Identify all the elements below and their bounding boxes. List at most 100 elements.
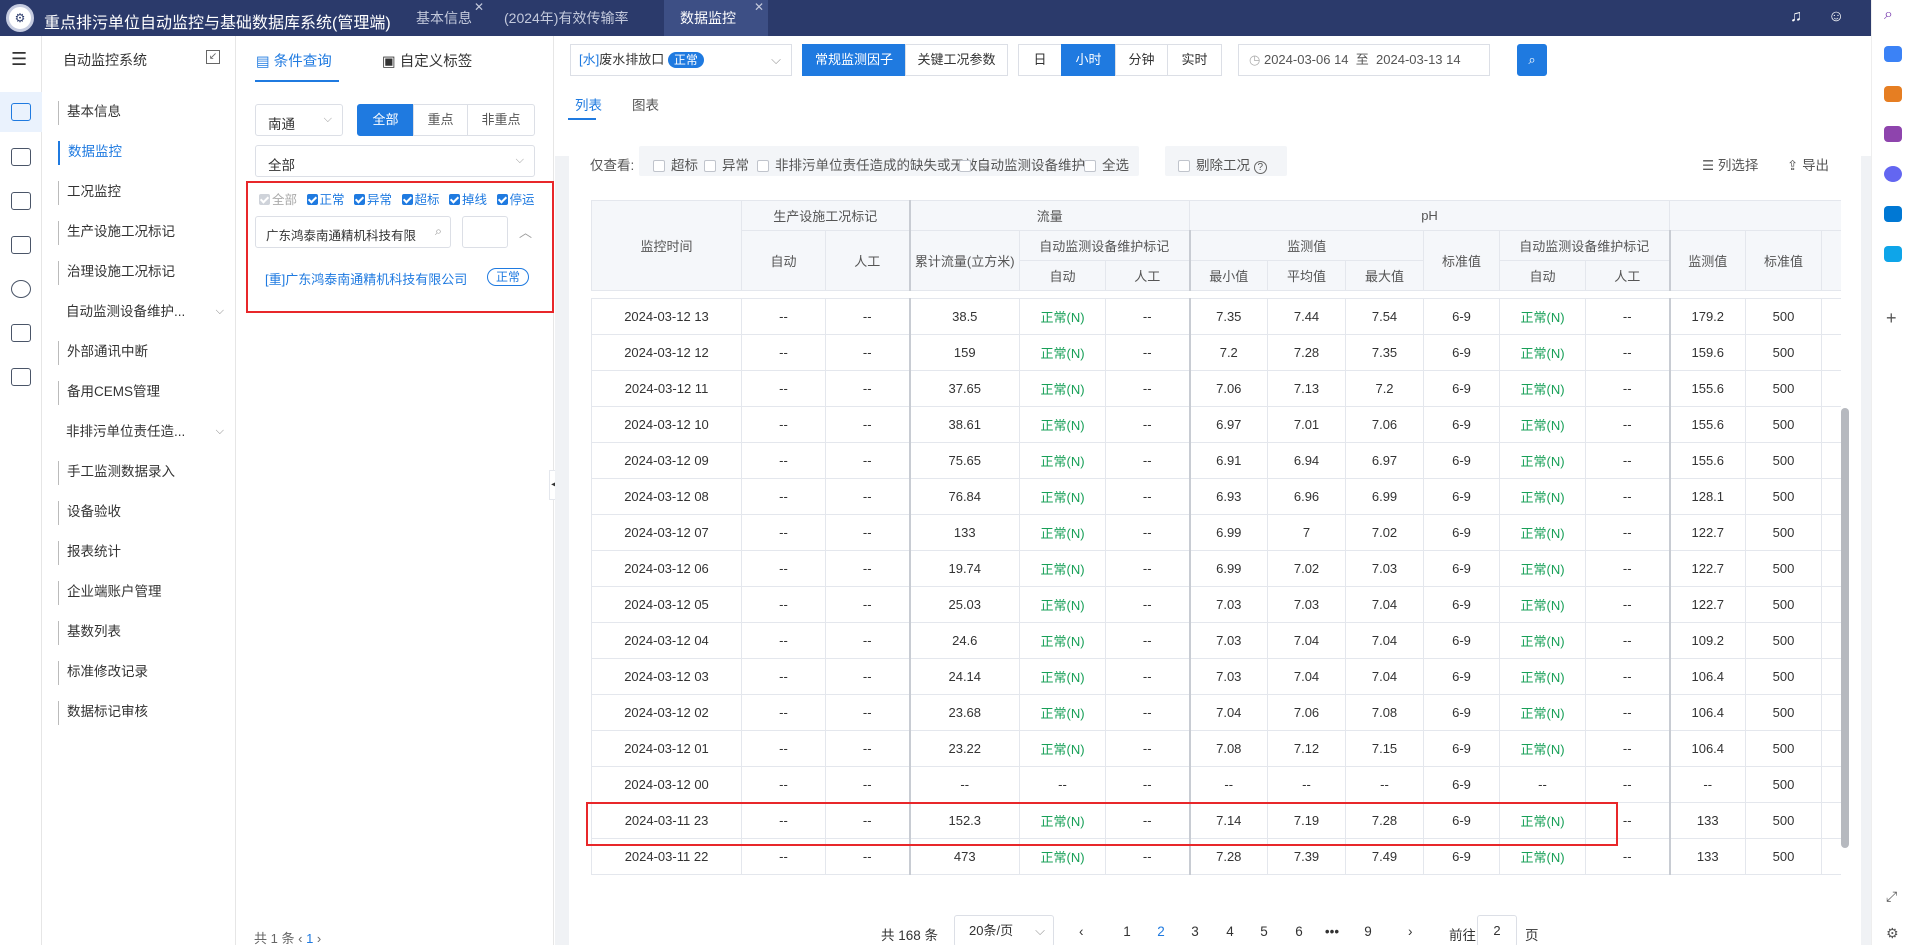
company-search-input[interactable]: 广东鸿泰南通精机科技有限 ⌕: [255, 216, 451, 248]
monitor-icon[interactable]: [11, 103, 31, 121]
region-select[interactable]: 南通 ⌵: [255, 104, 343, 136]
app-icon-2[interactable]: [1884, 86, 1902, 102]
page-number[interactable]: •••: [1318, 924, 1346, 939]
regular-factors-button[interactable]: 常规监测因子: [802, 44, 906, 76]
option-select-all[interactable]: 全选: [1084, 154, 1129, 174]
checkbox[interactable]: [653, 160, 665, 172]
app-icon-4[interactable]: [1884, 166, 1902, 182]
tab-transmission-rate[interactable]: (2024年)有效传输率: [488, 0, 644, 36]
nav-item-accounts[interactable]: 企业端账户管理: [58, 581, 228, 605]
nav-item-device-maint[interactable]: 自动监测设备维护... ⌵: [58, 301, 228, 325]
page-number[interactable]: 2: [1147, 924, 1175, 939]
option-exceed[interactable]: 超标: [653, 154, 698, 174]
checkbox-abnormal[interactable]: [354, 194, 365, 205]
search-icon[interactable]: ⌕: [1884, 6, 1893, 24]
scope-nonkey-button[interactable]: 非重点: [467, 104, 535, 136]
nav-item-reports[interactable]: 报表统计: [58, 541, 228, 565]
next-icon[interactable]: ›: [317, 931, 321, 945]
nav-item-manual-entry[interactable]: 手工监测数据录入: [58, 461, 228, 485]
tab-chart[interactable]: 图表: [632, 94, 659, 114]
checkbox-offline[interactable]: [449, 194, 460, 205]
nav-item-standard-log[interactable]: 标准修改记录: [58, 661, 228, 685]
search-doc-icon[interactable]: [11, 236, 31, 254]
page-number[interactable]: 4: [1216, 924, 1244, 939]
pager-page[interactable]: 1: [306, 931, 313, 945]
checkbox[interactable]: [1178, 160, 1190, 172]
device-icon[interactable]: [11, 324, 31, 342]
checkbox[interactable]: [757, 160, 769, 172]
tab-basic-info[interactable]: 基本信息 ✕: [400, 0, 488, 36]
unit-hour-button[interactable]: 小时: [1061, 44, 1116, 76]
outlook-icon[interactable]: [1884, 206, 1902, 222]
gear-icon[interactable]: ⚙: [1886, 925, 1899, 942]
goto-input[interactable]: 2: [1477, 915, 1517, 945]
close-icon[interactable]: ✕: [474, 0, 484, 14]
help-icon[interactable]: ?: [1253, 161, 1267, 174]
collapse-icon[interactable]: ↙: [206, 50, 220, 64]
bell-icon[interactable]: ♫: [1790, 8, 1802, 26]
page-number[interactable]: 6: [1285, 924, 1313, 939]
chevron-up-icon[interactable]: ︿: [519, 222, 532, 241]
chart-icon[interactable]: [11, 148, 31, 166]
outlet-select[interactable]: [水]废水排放口 正常 ⌵: [570, 44, 792, 76]
nav-item-mark-review[interactable]: 数据标记审核: [58, 701, 228, 725]
list-icon[interactable]: [11, 368, 31, 386]
settings-icon[interactable]: [11, 280, 31, 298]
tree-toggle-button[interactable]: [462, 216, 508, 248]
nav-item-non-pollutant[interactable]: 非排污单位责任造... ⌵: [58, 421, 228, 445]
unit-realtime-button[interactable]: 实时: [1167, 44, 1222, 76]
nav-item-base-list[interactable]: 基数列表: [58, 621, 228, 645]
tab-condition-query[interactable]: ▤ 条件查询: [256, 50, 332, 71]
app-icon-6[interactable]: [1884, 246, 1902, 262]
option-abnormal[interactable]: 异常: [704, 154, 749, 174]
app-icon-3[interactable]: [1884, 126, 1902, 142]
scope-key-button[interactable]: 重点: [413, 104, 468, 136]
option-nonpollutant[interactable]: 非排污单位责任造成的缺失或无效 ⌵: [757, 154, 990, 174]
expand-icon[interactable]: ⤢: [1886, 888, 1897, 905]
close-icon[interactable]: ✕: [754, 0, 764, 14]
nav-item-basic-info[interactable]: 基本信息: [58, 101, 228, 125]
app-icon-1[interactable]: [1884, 46, 1902, 62]
next-page-icon[interactable]: ›: [1408, 924, 1413, 939]
nav-item-acceptance[interactable]: 设备验收: [58, 501, 228, 525]
unit-minute-button[interactable]: 分钟: [1115, 44, 1168, 76]
checkbox-all[interactable]: [259, 194, 270, 205]
checkbox-stopped[interactable]: [496, 194, 508, 205]
prev-page-icon[interactable]: ‹: [1079, 924, 1084, 939]
unit-day-button[interactable]: 日: [1018, 44, 1062, 76]
checkbox[interactable]: [959, 160, 971, 172]
column-select-button[interactable]: ☰ 列选择: [1702, 154, 1758, 174]
checkbox-exceed[interactable]: [401, 194, 413, 205]
checkbox[interactable]: [704, 160, 716, 172]
scope-all-button[interactable]: 全部: [357, 104, 414, 136]
tab-list[interactable]: 列表: [575, 94, 602, 114]
date-range-picker[interactable]: ◷ 2024-03-06 14 至 2024-03-13 14: [1238, 44, 1490, 76]
search-button[interactable]: ⌕: [1517, 44, 1547, 76]
page-number[interactable]: 1: [1113, 924, 1141, 939]
nav-item-comm-interrupt[interactable]: 外部通讯中断: [58, 341, 228, 365]
search-doc-icon[interactable]: [11, 192, 31, 210]
page-number[interactable]: 5: [1250, 924, 1278, 939]
tab-custom-tags[interactable]: ▣ 自定义标签: [382, 50, 472, 71]
key-params-button[interactable]: 关键工况参数: [905, 44, 1008, 76]
user-icon[interactable]: ☺: [1828, 8, 1844, 26]
option-exclude-condition[interactable]: 剔除工况 ?: [1178, 154, 1267, 174]
option-maintenance[interactable]: 自动监测设备维护: [959, 154, 1085, 174]
industry-select[interactable]: 全部 ⌵: [255, 145, 535, 177]
prev-icon[interactable]: ‹: [298, 931, 302, 945]
menu-icon[interactable]: ☰: [11, 49, 27, 70]
vertical-scrollbar[interactable]: [1841, 408, 1849, 848]
nav-item-data-monitor[interactable]: 数据监控: [58, 141, 228, 165]
checkbox[interactable]: [1084, 160, 1096, 172]
page-number[interactable]: 3: [1181, 924, 1209, 939]
export-button[interactable]: ⇪ 导出: [1787, 154, 1829, 174]
nav-item-cems[interactable]: 备用CEMS管理: [58, 381, 228, 405]
nav-item-condition-monitor[interactable]: 工况监控: [58, 181, 228, 205]
page-size-select[interactable]: 20条/页 ⌵: [954, 915, 1054, 945]
add-icon[interactable]: +: [1886, 308, 1897, 329]
company-item[interactable]: [重]广东鸿泰南通精机科技有限公司: [265, 269, 467, 288]
checkbox-normal[interactable]: [306, 194, 318, 205]
nav-item-treatment-mark[interactable]: 治理设施工况标记: [58, 261, 228, 285]
tab-data-monitor[interactable]: 数据监控 ✕: [664, 0, 768, 36]
page-number[interactable]: 9: [1354, 924, 1382, 939]
